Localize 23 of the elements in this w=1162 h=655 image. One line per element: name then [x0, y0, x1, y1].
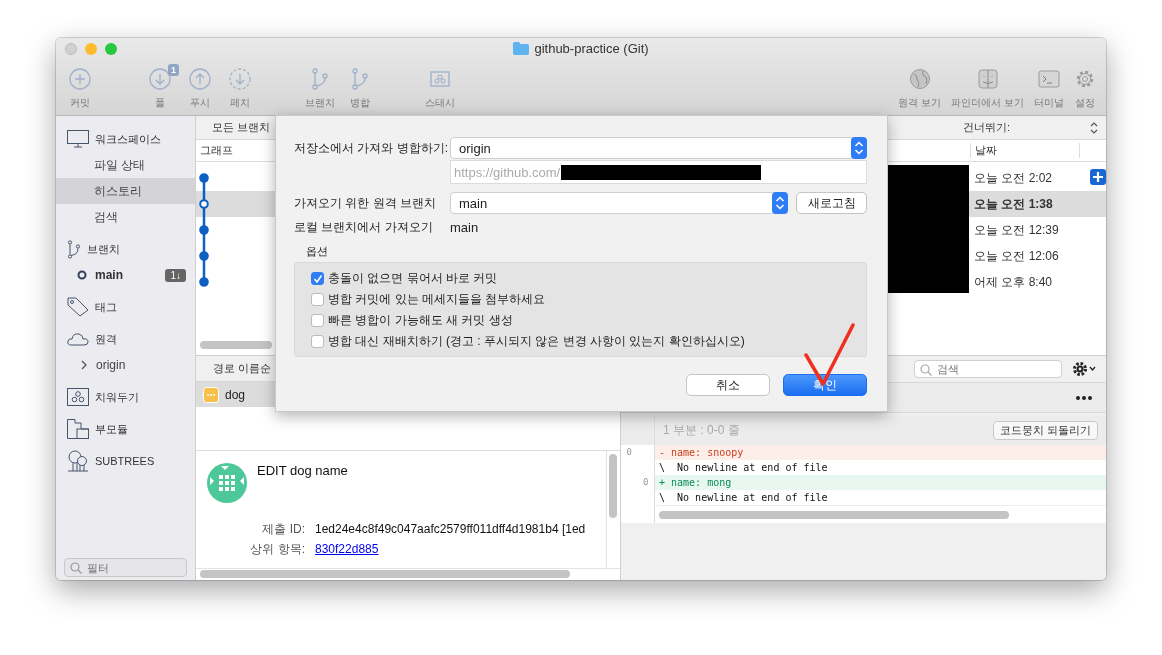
field-label: 로컬 브랜치에서 가져오기 [294, 218, 434, 236]
field-value: 1ed24e4c8f49c047aafc2579ff011dff4d1981b4 [1ed [315, 521, 586, 538]
field-label: 가져오기 위한 원격 브랜치 [294, 194, 437, 212]
local-branch-value: main [450, 219, 479, 235]
window-title: github-practice (Git) [534, 41, 649, 56]
code-line: \ No newline at end of file [658, 461, 829, 475]
date-cell-text: 오늘 오전 12:39 [973, 221, 1060, 239]
line-number: 0 [626, 446, 632, 459]
line-number: 0 [643, 476, 649, 489]
code-line: \ No newline at end of file [658, 491, 829, 505]
commit-message: EDIT dog name [257, 463, 348, 480]
field-label: 제출 ID: [261, 521, 305, 538]
count-badge: 1 [168, 64, 179, 76]
field-label: 상위 항목: [249, 541, 305, 558]
options-title: 옵션 [306, 244, 329, 259]
date-cell-text: 오늘 오전 12:06 [973, 247, 1060, 265]
field-label: 저장소에서 가져와 병합하기: [294, 139, 449, 157]
date-cell-text: 어제 오후 8:40 [973, 273, 1054, 291]
count-badge: 1↓ [165, 268, 186, 282]
date-cell-text: 오늘 오전 2:02 [973, 169, 1054, 187]
date-cell-text: 오늘 오전 1:38 [973, 195, 1054, 213]
jump-label: 건너뛰기: [962, 120, 1010, 135]
hunk-header: 1 부분 : 0-0 줄 [663, 422, 740, 439]
